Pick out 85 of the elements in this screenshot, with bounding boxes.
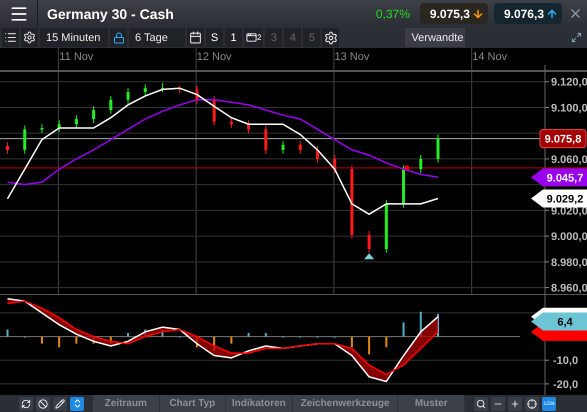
histogram-bar <box>402 322 405 337</box>
axis-label: 8.980,0 <box>551 256 587 269</box>
lock-icon[interactable] <box>110 28 127 47</box>
toolbar-tab[interactable]: Chart Typ <box>160 395 226 412</box>
candle <box>282 140 285 154</box>
candle <box>23 124 26 154</box>
triangle-icon <box>364 253 374 260</box>
candle <box>384 200 388 254</box>
layout-button[interactable]: 2 <box>244 28 264 47</box>
axis-label: 8.960,0 <box>551 282 587 294</box>
histogram-bar <box>127 333 130 337</box>
candle <box>144 84 147 96</box>
layout-button[interactable]: 1 <box>225 28 242 47</box>
settings-icon[interactable] <box>322 28 340 47</box>
axis-label: -10,0 <box>553 355 578 368</box>
candle <box>126 88 130 104</box>
histogram-bar <box>75 336 78 344</box>
up-down-icon[interactable] <box>70 396 84 410</box>
instrument-title: Germany 30 - Cash <box>47 6 175 22</box>
price-label: 9.029,2 <box>531 190 587 208</box>
candle <box>40 124 44 134</box>
list-icon[interactable] <box>2 28 19 47</box>
crosshair-icon[interactable] <box>525 396 539 410</box>
date-label: 11 Nov <box>59 51 94 63</box>
date-label: 13 Nov <box>334 51 370 63</box>
price-label: 9.045,7 <box>531 168 587 186</box>
candle <box>419 154 422 174</box>
buy-price-button[interactable]: 9.076,3 <box>494 3 562 24</box>
toolbar-tab[interactable]: Indikatoren <box>226 395 293 412</box>
histogram-bar <box>248 333 250 337</box>
toolbar-tab[interactable]: Muster <box>398 395 465 412</box>
annotation: 9.075,8 <box>544 134 582 146</box>
histogram-bar <box>230 336 232 344</box>
refresh-icon[interactable] <box>19 396 33 410</box>
toolbar-tab[interactable]: Zeitraum <box>93 395 160 412</box>
search-icon[interactable] <box>474 396 488 410</box>
candle <box>230 117 233 129</box>
candle <box>160 82 164 93</box>
pencil-icon[interactable] <box>53 396 67 410</box>
alert-marker <box>404 165 410 170</box>
calendar-icon[interactable] <box>187 28 204 47</box>
candle <box>178 85 182 94</box>
candle <box>368 230 371 254</box>
histogram-bar <box>58 336 60 348</box>
axis-label: 9.100,0 <box>551 102 587 114</box>
range-dropdown[interactable]: 6 Tage <box>129 28 185 47</box>
candle <box>6 142 9 154</box>
value-label: 6,4 <box>531 312 587 330</box>
date-label: 12 Nov <box>196 51 232 63</box>
minus-icon[interactable] <box>491 396 505 410</box>
window-icon <box>246 32 257 43</box>
layout-button[interactable]: S <box>206 28 223 47</box>
axis-label: -20,0 <box>553 378 578 391</box>
histogram-bar <box>368 336 370 354</box>
histogram-bar <box>350 336 353 348</box>
candle <box>58 120 61 132</box>
candle <box>316 146 319 164</box>
histogram-bar <box>385 336 388 348</box>
toolbar-tab[interactable]: Zeichenwerkzeuge <box>292 395 398 412</box>
ban-icon[interactable] <box>36 396 50 410</box>
candle <box>264 124 268 154</box>
histogram-bar <box>264 333 267 337</box>
candle <box>436 134 440 164</box>
histogram-bar <box>40 336 43 344</box>
candle <box>247 120 250 134</box>
axis-label: 9.000,0 <box>551 231 587 244</box>
plus-icon[interactable] <box>508 396 522 410</box>
close-icon <box>568 6 583 21</box>
candle <box>195 85 198 104</box>
axis-label: 9.120,0 <box>551 76 587 89</box>
candle <box>212 95 216 126</box>
candle <box>74 114 78 129</box>
candle <box>402 164 406 208</box>
settings-icon[interactable] <box>21 28 38 47</box>
sell-price-button[interactable]: 9.075,3 <box>420 3 488 24</box>
price-label: 9.075,8 <box>540 129 586 148</box>
candle <box>298 140 302 154</box>
candle <box>109 95 112 114</box>
interval-dropdown[interactable]: 15 Minuten <box>40 28 108 47</box>
candle <box>333 154 336 174</box>
change-percent: 0,37% <box>376 6 410 20</box>
date-label: 14 Nov <box>472 51 508 63</box>
candle <box>92 106 96 124</box>
related-button[interactable]: Verwandte <box>405 28 466 47</box>
axis-label: 9.060,0 <box>551 154 587 166</box>
